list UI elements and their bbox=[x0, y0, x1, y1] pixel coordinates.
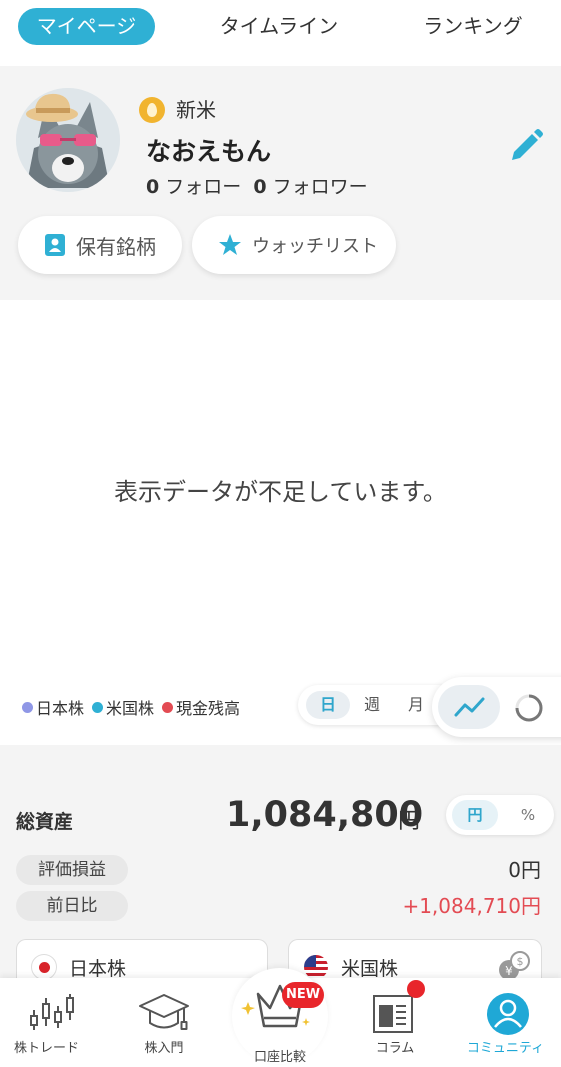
period-month[interactable]: 月 bbox=[398, 691, 434, 719]
followers-label[interactable]: フォロワー bbox=[273, 176, 368, 198]
watchlist-button[interactable]: ウォッチリスト bbox=[192, 216, 396, 274]
legend-label: 日本株 bbox=[36, 699, 85, 718]
tab-ranking[interactable]: ランキング bbox=[408, 8, 538, 45]
new-badge: NEW bbox=[282, 982, 324, 1008]
rank-label: 新米 bbox=[176, 98, 216, 122]
username: なおえもん bbox=[146, 137, 272, 166]
legend-label: 米国株 bbox=[106, 699, 155, 718]
document-icon bbox=[45, 234, 65, 256]
legend-label: 現金残高 bbox=[176, 699, 241, 718]
line-chart-icon bbox=[454, 697, 485, 717]
legend-japan-stock: 日本株 bbox=[22, 695, 84, 719]
empty-chart-message: 表示データが不足しています。 bbox=[114, 478, 447, 506]
nav-label: コラム bbox=[375, 1041, 415, 1056]
profile-section: 新米 なおえもん 0 フォロー 0 フォロワー 保有銘柄 ウォッチリスト bbox=[0, 66, 561, 300]
graduation-cap-icon bbox=[139, 994, 189, 1030]
nav-stock-trade[interactable]: 株トレード bbox=[0, 978, 104, 1067]
period-day[interactable]: 日 bbox=[306, 691, 350, 719]
legend-dot bbox=[92, 701, 104, 713]
japan-flag-icon bbox=[31, 954, 57, 980]
unit-yen-button[interactable]: 円 bbox=[452, 800, 498, 830]
total-assets-label: 総資産 bbox=[16, 811, 74, 833]
chart-type-toggle bbox=[432, 677, 561, 737]
legend-cash-balance: 現金残高 bbox=[162, 695, 240, 719]
donut-chart-icon[interactable] bbox=[512, 691, 546, 725]
nav-label: 株トレード bbox=[14, 1041, 80, 1056]
avatar[interactable] bbox=[16, 88, 120, 192]
us-stock-label: 米国株 bbox=[341, 958, 399, 980]
daily-change-label: 前日比 bbox=[16, 891, 128, 921]
nav-label: 株入門 bbox=[144, 1041, 184, 1056]
chart-legend: 日本株 米国株 現金残高 bbox=[22, 695, 248, 719]
total-assets-unit: 円 bbox=[398, 809, 421, 834]
star-icon bbox=[219, 234, 241, 255]
legend-dot bbox=[162, 701, 174, 713]
newspaper-icon bbox=[373, 995, 413, 1033]
nav-stock-intro[interactable]: 株入門 bbox=[116, 978, 212, 1067]
pencil-icon[interactable] bbox=[508, 128, 544, 164]
tab-mypage[interactable]: マイページ bbox=[18, 8, 155, 45]
line-chart-button[interactable] bbox=[438, 685, 500, 729]
top-tab-bar: マイページ タイムライン ランキング bbox=[0, 0, 561, 66]
nav-label: コミュニティ bbox=[466, 1041, 545, 1056]
profit-loss-label: 評価損益 bbox=[16, 855, 128, 885]
nav-label: 口座比較 bbox=[253, 1050, 306, 1065]
profit-loss-value: 0円 bbox=[508, 858, 541, 882]
tab-timeline[interactable]: タイムライン bbox=[206, 8, 352, 45]
following-label[interactable]: フォロー bbox=[165, 176, 241, 198]
section-divider bbox=[0, 745, 561, 763]
wolf-avatar-icon bbox=[16, 88, 120, 192]
following-count[interactable]: 0 bbox=[146, 176, 159, 198]
daily-change-value: +1,084,710円 bbox=[402, 894, 541, 918]
rank-badge-icon bbox=[139, 97, 165, 123]
candlestick-icon bbox=[30, 994, 74, 1030]
notification-dot bbox=[407, 980, 425, 998]
holdings-button-label: 保有銘柄 bbox=[76, 234, 156, 259]
assets-section: 総資産 1,084,800 円 円 % 評価損益 0円 前日比 +1,084,7… bbox=[0, 763, 561, 989]
unit-percent-button[interactable]: % bbox=[508, 800, 548, 830]
followers-count[interactable]: 0 bbox=[253, 176, 266, 198]
legend-us-stock: 米国株 bbox=[92, 695, 154, 719]
japan-stock-label: 日本株 bbox=[69, 958, 127, 980]
follow-stats: 0 フォロー 0 フォロワー bbox=[146, 174, 368, 200]
legend-dot bbox=[22, 701, 33, 713]
person-icon bbox=[487, 993, 529, 1035]
watchlist-button-label: ウォッチリスト bbox=[252, 236, 378, 257]
total-assets-value: 1,084,800 bbox=[226, 795, 424, 835]
unit-toggle: 円 % bbox=[446, 795, 554, 835]
nav-community[interactable]: コミュニティ bbox=[450, 978, 561, 1067]
svg-text:$: $ bbox=[517, 955, 524, 968]
period-week[interactable]: 週 bbox=[354, 691, 390, 719]
holdings-button[interactable]: 保有銘柄 bbox=[18, 216, 182, 274]
